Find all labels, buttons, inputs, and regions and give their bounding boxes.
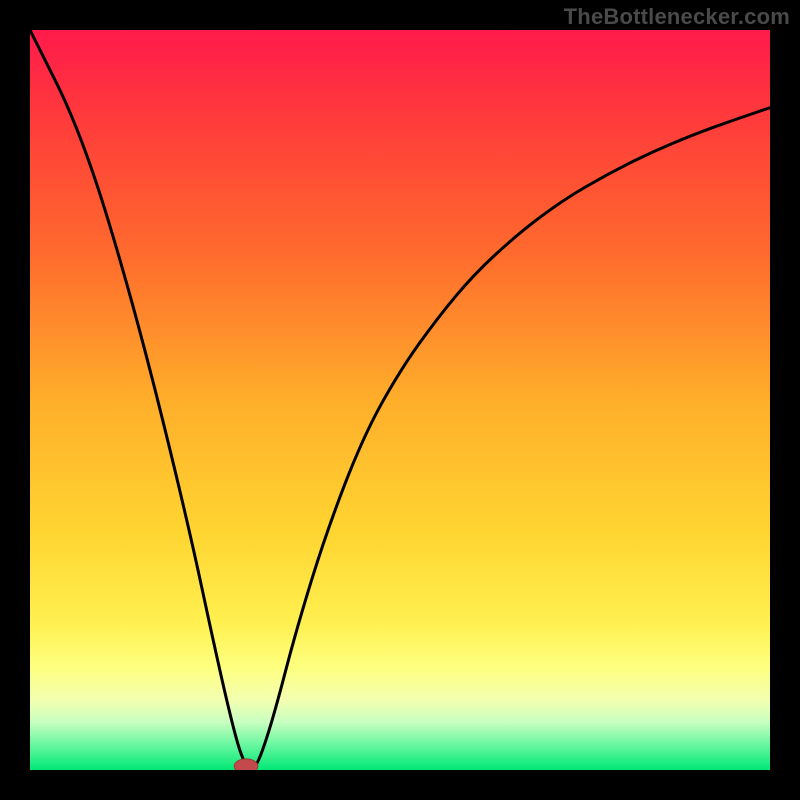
bottleneck-plot bbox=[30, 30, 770, 770]
chart-frame: TheBottlenecker.com bbox=[0, 0, 800, 800]
gradient-background bbox=[30, 30, 770, 770]
minimum-marker bbox=[234, 759, 258, 770]
plot-area bbox=[30, 30, 770, 770]
attribution-text: TheBottlenecker.com bbox=[564, 4, 790, 30]
